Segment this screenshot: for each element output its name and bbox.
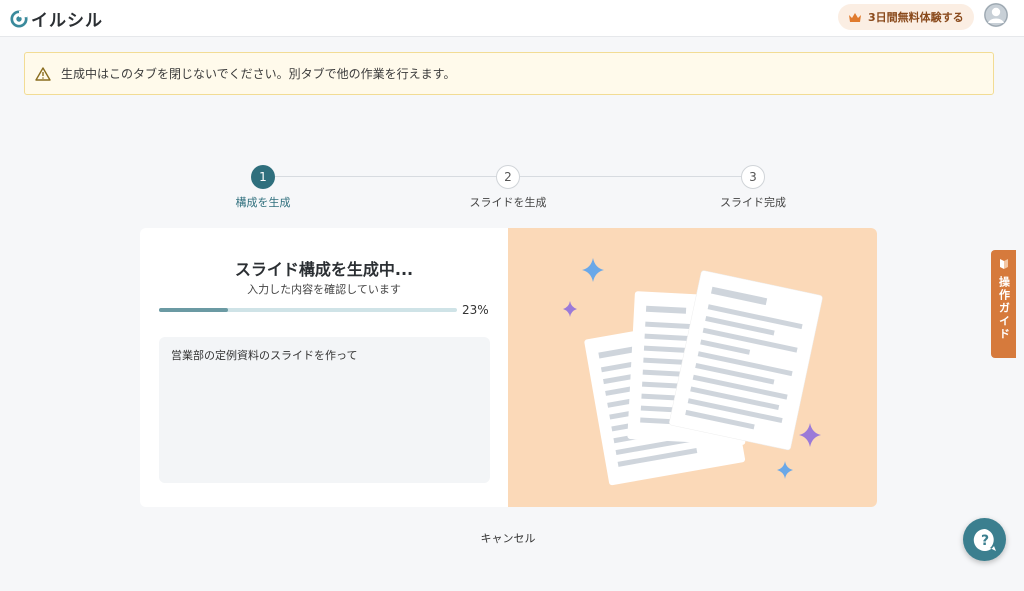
operation-guide-tab[interactable]: 操作ガイド — [991, 250, 1016, 358]
step-1-label: 構成を生成 — [235, 196, 291, 209]
warning-text: 生成中はこのタブを閉じないでください。別タブで他の作業を行えます。 — [61, 67, 456, 81]
generation-title: スライド構成を生成中... — [234, 260, 414, 279]
crown-icon — [849, 12, 861, 22]
step-2-circle: 2 — [496, 165, 520, 189]
progress-bar — [159, 308, 457, 312]
logo-icon — [10, 9, 28, 28]
cancel-button[interactable]: キャンセル — [468, 530, 548, 546]
warning-icon — [35, 66, 51, 81]
user-avatar-icon[interactable] — [984, 3, 1008, 27]
help-question-icon: ? — [973, 528, 996, 551]
step-connector — [520, 176, 741, 177]
illustration-panel — [508, 228, 877, 507]
progress-bar-fill — [159, 308, 228, 312]
app-header: イルシル 3日間無料体験する — [0, 0, 1024, 37]
generation-subtitle: 入力した内容を確認しています — [247, 283, 401, 296]
step-1-circle: 1 — [251, 165, 275, 189]
step-3-circle: 3 — [741, 165, 765, 189]
step-2-label: スライドを生成 — [469, 196, 547, 209]
warning-banner: 生成中はこのタブを閉じないでください。別タブで他の作業を行えます。 — [24, 52, 994, 95]
step-3-label: スライド完成 — [720, 196, 786, 209]
progress-percent: 23% — [462, 303, 489, 317]
help-chat-button[interactable]: ? — [963, 518, 1006, 561]
prompt-text: 営業部の定例資料のスライドを作って — [159, 337, 490, 483]
generation-card: スライド構成を生成中... 入力した内容を確認しています 23% 営業部の定例資… — [140, 228, 877, 507]
free-trial-label: 3日間無料体験する — [868, 11, 964, 24]
operation-guide-label: 操作ガイド — [997, 276, 1011, 341]
step-connector — [275, 176, 496, 177]
svg-text:?: ? — [980, 533, 988, 549]
free-trial-button[interactable]: 3日間無料体験する — [838, 4, 974, 30]
beginner-mark-icon — [999, 259, 1008, 269]
documents-illustration — [563, 258, 823, 486]
generation-status-panel: スライド構成を生成中... 入力した内容を確認しています 23% 営業部の定例資… — [140, 228, 508, 507]
logo-text: イルシル — [31, 11, 103, 31]
logo[interactable]: イルシル — [10, 6, 103, 31]
